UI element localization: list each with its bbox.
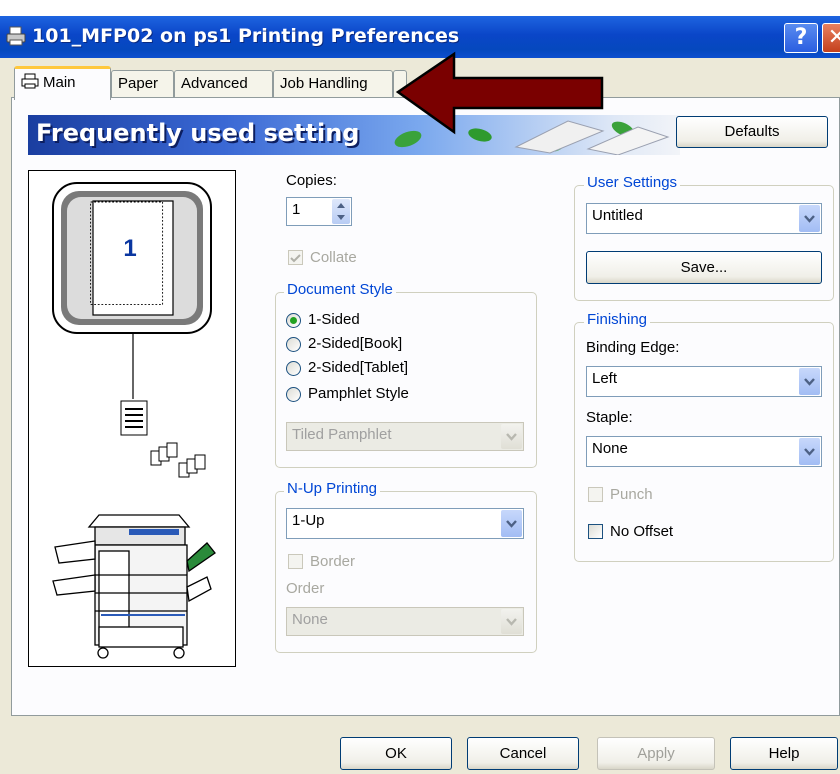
no-offset-label: No Offset: [610, 523, 674, 540]
tab-advanced[interactable]: Advanced: [174, 70, 273, 98]
order-label: Order: [286, 580, 325, 597]
copies-value: 1: [292, 201, 301, 218]
spinner-arrows-icon[interactable]: [332, 199, 350, 224]
radio-1-sided-label: 1-Sided: [308, 311, 360, 328]
punch-label: Punch: [610, 486, 653, 503]
radio-pamphlet-style-label: Pamphlet Style: [308, 385, 409, 402]
tab-main-label: Main: [43, 74, 76, 91]
order-select[interactable]: None: [286, 607, 524, 636]
staple-value: None: [592, 440, 628, 457]
finishing-legend: Finishing: [584, 311, 651, 328]
staple-label: Staple:: [586, 409, 633, 426]
user-settings-value: Untitled: [592, 207, 643, 224]
border-label: Border: [310, 553, 356, 570]
radio-1-sided[interactable]: [286, 313, 301, 328]
preview-panel: 1: [28, 170, 236, 667]
top-strip: [0, 0, 840, 16]
tab-paper[interactable]: Paper: [111, 70, 174, 98]
nup-legend: N-Up Printing: [284, 480, 381, 497]
chevron-down-icon: [799, 205, 820, 232]
pamphlet-select-value: Tiled Pamphlet: [292, 426, 392, 443]
radio-2-sided-book-label: 2-Sided[Book]: [308, 335, 403, 352]
preview-page-number: 1: [123, 235, 137, 262]
border-checkbox[interactable]: [288, 554, 303, 569]
radio-2-sided-tablet-label: 2-Sided[Tablet]: [308, 359, 409, 376]
chevron-down-icon: [799, 438, 820, 465]
chevron-down-icon: [501, 424, 522, 449]
ok-button[interactable]: OK: [340, 737, 452, 770]
annotation-arrow: [395, 51, 604, 135]
printer-icon: [21, 73, 39, 89]
punch-checkbox[interactable]: [588, 487, 603, 502]
defaults-button[interactable]: Defaults: [676, 116, 828, 148]
chevron-down-icon: [799, 368, 820, 395]
close-button[interactable]: ✕: [822, 23, 840, 53]
order-select-value: None: [292, 611, 328, 628]
document-style-legend: Document Style: [284, 281, 396, 298]
nup-select[interactable]: 1-Up: [286, 508, 524, 539]
pamphlet-select[interactable]: Tiled Pamphlet: [286, 422, 524, 451]
binding-edge-select[interactable]: Left: [586, 366, 822, 397]
copies-spinner[interactable]: 1: [286, 197, 352, 226]
printer-icon: [6, 26, 26, 46]
cancel-button[interactable]: Cancel: [467, 737, 579, 770]
apply-button[interactable]: Apply: [597, 737, 715, 770]
nup-select-value: 1-Up: [292, 512, 325, 529]
binding-edge-label: Binding Edge:: [586, 339, 680, 356]
radio-2-sided-tablet[interactable]: [286, 361, 301, 376]
staple-select[interactable]: None: [586, 436, 822, 467]
copies-label: Copies:: [286, 172, 337, 189]
user-settings-legend: User Settings: [584, 174, 681, 191]
tab-paper-label: Paper: [118, 75, 159, 92]
collate-checkbox[interactable]: [288, 250, 303, 265]
save-button[interactable]: Save...: [586, 251, 822, 284]
user-settings-select[interactable]: Untitled: [586, 203, 822, 234]
tab-job-handling[interactable]: Job Handling: [273, 70, 393, 98]
chevron-down-icon: [501, 609, 522, 634]
tab-job-handling-label: Job Handling: [280, 75, 368, 92]
window-title: 101_MFP02 on ps1 Printing Preferences: [32, 25, 460, 47]
help-button[interactable]: Help: [730, 737, 838, 770]
banner-title: Frequently used setting: [36, 119, 360, 147]
collate-label: Collate: [310, 249, 357, 266]
radio-2-sided-book[interactable]: [286, 337, 301, 352]
radio-pamphlet-style[interactable]: [286, 387, 301, 402]
tab-advanced-label: Advanced: [181, 75, 248, 92]
help-title-button[interactable]: ?: [784, 23, 818, 53]
tab-main[interactable]: Main: [14, 66, 111, 100]
no-offset-checkbox[interactable]: [588, 524, 603, 539]
binding-edge-value: Left: [592, 370, 618, 387]
chevron-down-icon: [501, 510, 522, 537]
